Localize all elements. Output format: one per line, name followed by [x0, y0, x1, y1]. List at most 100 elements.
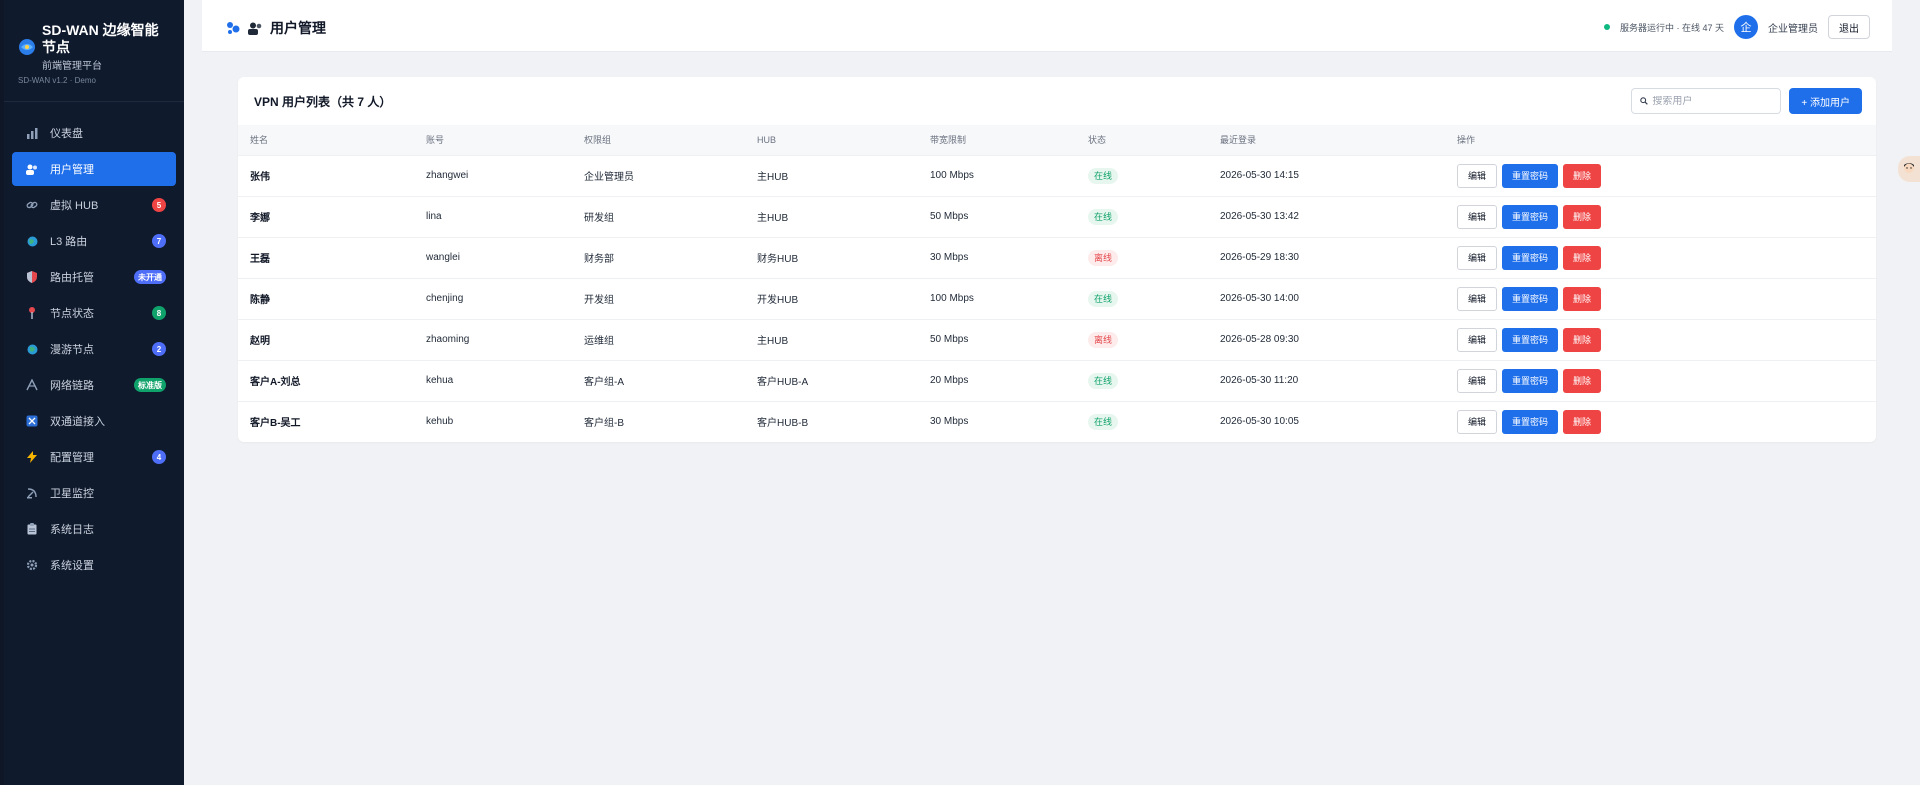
delete-button[interactable]: 删除: [1563, 204, 1602, 229]
group-cell: 研发组: [572, 195, 745, 237]
table-row[interactable]: 李娜 lina 研发组 主HUB 50 Mbps 在线 2026-05-30 1…: [238, 195, 1876, 237]
group-cell: 运维组: [572, 318, 745, 360]
sidebar-item-l3-routing[interactable]: L3 路由 7: [12, 224, 176, 258]
actions-cell: 编辑 重置密码 删除: [1445, 318, 1876, 360]
globe-icon: [26, 235, 38, 247]
account-cell: lina: [414, 195, 572, 237]
column-header-group[interactable]: 权限组: [572, 125, 745, 155]
delete-button[interactable]: 删除: [1563, 163, 1602, 188]
count-badge: 4: [152, 450, 166, 464]
column-header-last-login[interactable]: 最近登录: [1208, 125, 1445, 155]
hub-cell: 主HUB: [745, 154, 918, 196]
sidebar-item-satellite[interactable]: 卫星监控: [12, 476, 176, 510]
chart-icon: [26, 127, 38, 139]
user-table: 姓名 账号 权限组 HUB 带宽限制 状态 最近登录 操作 张伟 zhangwe…: [238, 125, 1876, 442]
search-icon: [1640, 97, 1649, 105]
assistant-face-icon: [1904, 163, 1914, 173]
edit-button[interactable]: 编辑: [1457, 163, 1498, 188]
user-name-cell: 客户B-吴工: [238, 400, 414, 442]
globe-icon: [26, 343, 38, 355]
add-user-button[interactable]: + 添加用户: [1789, 88, 1862, 114]
group-cell: 企业管理员: [572, 154, 745, 196]
last-login-cell: 2026-05-30 10:05: [1208, 400, 1445, 442]
delete-button[interactable]: 删除: [1563, 368, 1602, 393]
sidebar-item-users[interactable]: 用户管理: [12, 152, 176, 186]
search-box[interactable]: [1631, 88, 1782, 114]
sidebar-item-virtual-hub[interactable]: 虚拟 HUB 5: [12, 188, 176, 222]
dual-channel-icon: [26, 415, 38, 427]
reset-password-button[interactable]: 重置密码: [1502, 409, 1559, 434]
logout-button[interactable]: 退出: [1828, 15, 1870, 39]
table-row[interactable]: 王磊 wanglei 财务部 财务HUB 30 Mbps 离线 2026-05-…: [238, 236, 1876, 278]
sidebar-item-label: 卫星监控: [50, 488, 94, 500]
assistant-avatar[interactable]: [1898, 156, 1920, 182]
table-row[interactable]: 张伟 zhangwei 企业管理员 主HUB 100 Mbps 在线 2026-…: [238, 154, 1876, 196]
reset-password-button[interactable]: 重置密码: [1502, 286, 1559, 311]
last-login-cell: 2026-05-30 13:42: [1208, 195, 1445, 237]
user-name-cell: 张伟: [238, 154, 414, 196]
reset-password-button[interactable]: 重置密码: [1502, 368, 1559, 393]
column-header-status[interactable]: 状态: [1076, 125, 1208, 155]
count-badge: 8: [152, 306, 166, 320]
sidebar-item-label: 系统设置: [50, 560, 94, 572]
bandwidth-cell: 30 Mbps: [918, 400, 1076, 442]
account-cell: wanglei: [414, 236, 572, 278]
table-row[interactable]: 客户A-刘总 kehua 客户组-A 客户HUB-A 20 Mbps 在线 20…: [238, 359, 1876, 401]
edit-button[interactable]: 编辑: [1457, 409, 1498, 434]
sidebar-item-label: 网络链路: [50, 380, 94, 392]
server-status-text: 服务器运行中 · 在线 47 天: [1619, 22, 1724, 33]
sidebar-item-node-status[interactable]: 节点状态 8: [12, 296, 176, 330]
actions-cell: 编辑 重置密码 删除: [1445, 277, 1876, 319]
vpn-user-card: VPN 用户列表（共 7 人） + 添加用户 姓名 账号 权限组 HUB 带宽限…: [238, 77, 1876, 442]
account-cell: zhangwei: [414, 154, 572, 196]
actions-cell: 编辑 重置密码 删除: [1445, 359, 1876, 401]
delete-button[interactable]: 删除: [1563, 245, 1602, 270]
edit-button[interactable]: 编辑: [1457, 368, 1498, 393]
delete-button[interactable]: 删除: [1563, 327, 1602, 352]
count-badge: 7: [152, 234, 166, 248]
reset-password-button[interactable]: 重置密码: [1502, 163, 1559, 188]
sidebar-item-settings[interactable]: 系统设置: [12, 548, 176, 582]
status-cell: 离线: [1076, 236, 1208, 278]
sidebar-nav: 仪表盘 用户管理 虚拟 HUB 5 L3 路由 7 路由托管 未开通 节点状态 …: [4, 102, 184, 582]
column-header-name[interactable]: 姓名: [238, 125, 414, 155]
edit-button[interactable]: 编辑: [1457, 327, 1498, 352]
brand-title: SD-WAN 边缘智能节点: [42, 22, 159, 55]
edit-button[interactable]: 编辑: [1457, 204, 1498, 229]
user-name[interactable]: 企业管理员: [1768, 20, 1818, 35]
reset-password-button[interactable]: 重置密码: [1502, 327, 1559, 352]
sidebar-item-dual-channel[interactable]: 双通道接入: [12, 404, 176, 438]
card-title: VPN 用户列表（共 7 人）: [254, 94, 392, 109]
search-input[interactable]: [1652, 95, 1773, 107]
delete-button[interactable]: 删除: [1563, 286, 1602, 311]
table-row[interactable]: 客户B-吴工 kehub 客户组-B 客户HUB-B 30 Mbps 在线 20…: [238, 400, 1876, 442]
sidebar-item-dashboard[interactable]: 仪表盘: [12, 116, 176, 150]
reset-password-button[interactable]: 重置密码: [1502, 245, 1559, 270]
reset-password-button[interactable]: 重置密码: [1502, 204, 1559, 229]
status-cell: 离线: [1076, 318, 1208, 360]
bandwidth-cell: 100 Mbps: [918, 154, 1076, 196]
edit-button[interactable]: 编辑: [1457, 245, 1498, 270]
delete-button[interactable]: 删除: [1563, 409, 1602, 434]
column-header-bandwidth[interactable]: 带宽限制: [918, 125, 1076, 155]
column-header-account[interactable]: 账号: [414, 125, 572, 155]
edit-button[interactable]: 编辑: [1457, 286, 1498, 311]
sidebar-item-config[interactable]: 配置管理 4: [12, 440, 176, 474]
sidebar-item-route-hosting[interactable]: 路由托管 未开通: [12, 260, 176, 294]
sidebar-item-label: 用户管理: [50, 164, 94, 176]
column-header-hub[interactable]: HUB: [745, 125, 918, 155]
table-row[interactable]: 赵明 zhaoming 运维组 主HUB 50 Mbps 离线 2026-05-…: [238, 318, 1876, 360]
sidebar-item-system-log[interactable]: 系统日志: [12, 512, 176, 546]
satellite-icon: [26, 487, 38, 499]
sidebar-item-roaming-nodes[interactable]: 漫游节点 2: [12, 332, 176, 366]
antenna-icon: [26, 379, 38, 391]
group-cell: 客户组-B: [572, 400, 745, 442]
hub-cell: 开发HUB: [745, 277, 918, 319]
avatar[interactable]: 企: [1734, 15, 1758, 39]
globe-logo-icon: [19, 39, 35, 55]
status-cell: 在线: [1076, 359, 1208, 401]
hub-cell: 财务HUB: [745, 236, 918, 278]
table-row[interactable]: 陈静 chenjing 开发组 开发HUB 100 Mbps 在线 2026-0…: [238, 277, 1876, 319]
actions-cell: 编辑 重置密码 删除: [1445, 195, 1876, 237]
sidebar-item-network-links[interactable]: 网络链路 标准版: [12, 368, 176, 402]
